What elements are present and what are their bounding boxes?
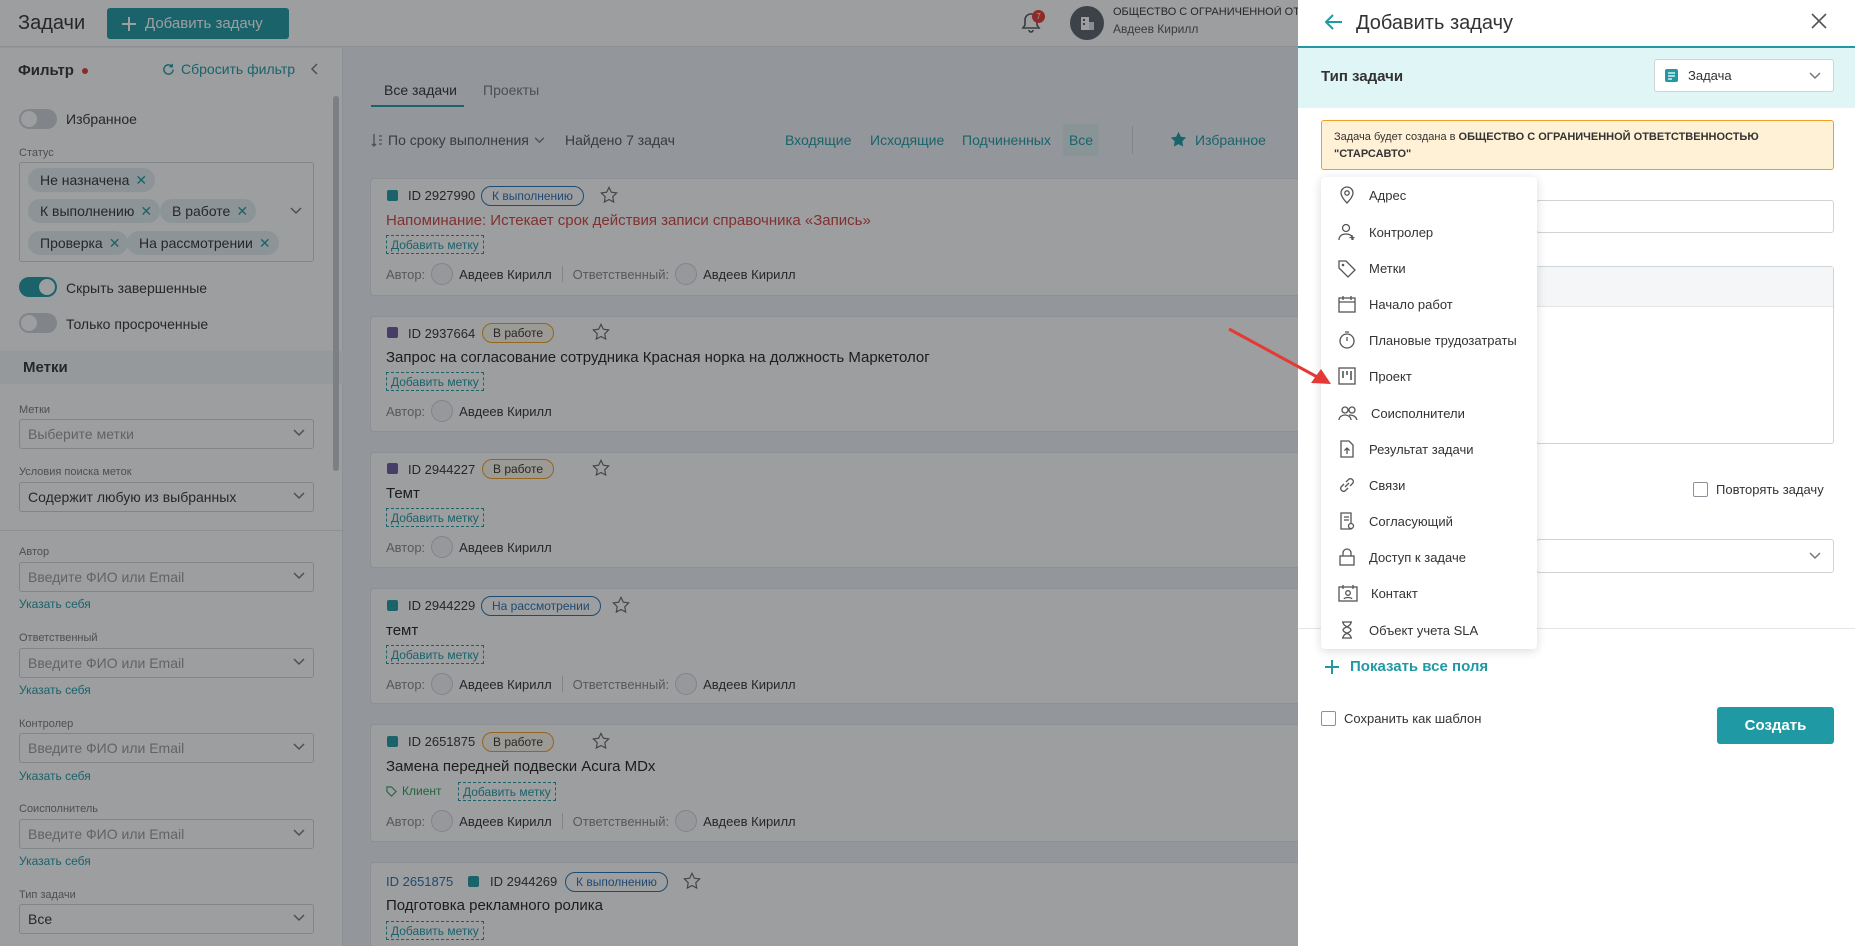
menu-item-label: Начало работ [1369,296,1453,312]
task-name-input[interactable] [1536,200,1834,233]
show-all-fields-button[interactable]: Показать все поля [1324,658,1488,675]
menu-item-approver[interactable]: Согласующий [1321,504,1537,538]
menu-item-result[interactable]: Результат задачи [1321,432,1537,466]
menu-item-label: Результат задачи [1369,441,1474,457]
chevron-down-icon [1809,72,1821,80]
menu-item-coexecutors[interactable]: Соисполнители [1321,396,1537,430]
notice-prefix: Задача будет создана в [1334,131,1459,143]
modal-backdrop[interactable] [0,0,1298,946]
panel-title: Добавить задачу [1356,12,1514,34]
menu-item-sla[interactable]: Объект учета SLA [1321,613,1537,647]
task-type-value: Задача [1688,68,1732,83]
menu-item-controller[interactable]: Контролер [1321,215,1537,249]
hourglass-icon [1342,621,1352,639]
document-upload-icon [1340,440,1354,458]
editor-toolbar [1537,267,1833,307]
back-arrow-icon[interactable] [1324,12,1344,32]
menu-item-label: Соисполнители [1371,405,1465,421]
task-type-label: Тип задачи [1321,68,1404,85]
create-button[interactable]: Создать [1717,707,1834,744]
menu-item-label: Доступ к задаче [1369,549,1466,565]
menu-item-label: Контакт [1371,585,1418,601]
responsible-select[interactable] [1536,539,1834,573]
link-icon [1340,478,1354,492]
menu-item-label: Метки [1369,260,1406,276]
repeat-task-label: Повторять задачу [1716,482,1824,497]
menu-item-links[interactable]: Связи [1321,468,1537,502]
approval-icon [1340,512,1355,530]
menu-item-label: Согласующий [1369,513,1453,529]
plus-icon [1325,659,1339,674]
chevron-down-icon [1809,552,1821,560]
close-icon[interactable] [1810,12,1828,30]
menu-item-label: Связи [1369,477,1406,493]
tag-icon [1338,260,1356,278]
stopwatch-icon [1339,331,1355,349]
task-icon [1665,69,1678,82]
calendar-icon [1338,296,1356,313]
annotation-arrow-icon [1228,327,1331,384]
save-template-label: Сохранить как шаблон [1344,711,1482,726]
menu-item-address[interactable]: Адрес [1321,178,1537,212]
menu-item-project[interactable]: Проект [1321,359,1537,393]
contact-card-icon [1338,585,1358,602]
menu-item-access[interactable]: Доступ к задаче [1321,540,1537,574]
checkbox[interactable] [1693,482,1708,497]
menu-item-label: Проект [1369,368,1412,384]
show-all-fields-label: Показать все поля [1350,658,1489,675]
menu-item-planned-effort[interactable]: Плановые трудозатраты [1321,323,1537,357]
location-pin-icon [1340,186,1354,204]
menu-item-label: Объект учета SLA [1369,622,1479,638]
menu-item-label: Контролер [1369,224,1434,240]
menu-item-label: Адрес [1369,187,1407,203]
menu-item-contact[interactable]: Контакт [1321,576,1537,610]
menu-item-start-date[interactable]: Начало работ [1321,287,1537,321]
users-icon [1338,406,1358,421]
lock-icon [1339,548,1355,566]
checkbox[interactable] [1321,711,1336,726]
org-notice: Задача будет создана в ОБЩЕСТВО С ОГРАНИ… [1321,120,1834,170]
user-plus-icon [1338,223,1355,241]
menu-item-label: Плановые трудозатраты [1369,332,1517,348]
task-type-select[interactable]: Задача [1654,59,1834,92]
repeat-task-checkbox[interactable]: Повторять задачу [1693,482,1824,497]
menu-item-tags[interactable]: Метки [1321,251,1537,285]
save-template-checkbox[interactable]: Сохранить как шаблон [1321,711,1481,726]
kanban-icon [1338,367,1356,385]
